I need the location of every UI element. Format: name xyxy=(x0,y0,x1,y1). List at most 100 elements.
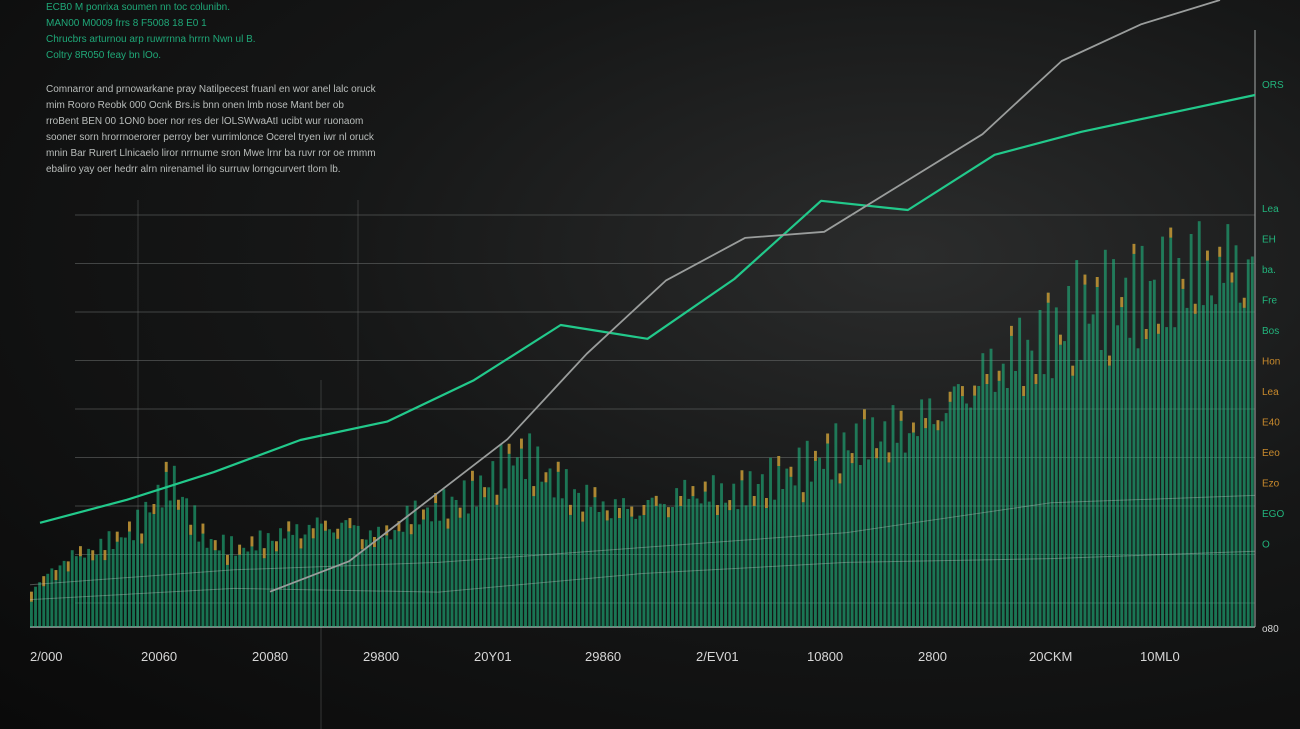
bar xyxy=(556,461,560,627)
bar xyxy=(528,433,532,627)
bar-tip xyxy=(409,524,413,535)
bar-tip xyxy=(838,473,842,484)
bar xyxy=(920,399,924,627)
bar xyxy=(948,391,952,627)
bar xyxy=(270,540,274,627)
bar-tip xyxy=(238,544,242,555)
bar xyxy=(609,518,613,627)
bar xyxy=(115,531,119,627)
bar xyxy=(340,522,344,627)
bar xyxy=(577,492,581,627)
bar xyxy=(1108,355,1111,627)
bar xyxy=(1030,350,1034,627)
bar xyxy=(1157,323,1160,627)
bar xyxy=(319,523,323,627)
bar xyxy=(1185,307,1189,627)
bar-tip xyxy=(507,443,511,454)
bar xyxy=(740,470,744,627)
bar xyxy=(1099,350,1103,627)
bar-tip xyxy=(336,528,340,539)
bar xyxy=(912,422,915,627)
bar xyxy=(1230,272,1234,627)
bar xyxy=(1120,297,1124,627)
bar-tip xyxy=(66,561,70,572)
bar xyxy=(262,548,266,627)
bar xyxy=(887,452,891,627)
bar xyxy=(1246,259,1250,627)
bar xyxy=(91,550,95,627)
bar xyxy=(79,546,82,627)
bar xyxy=(238,544,242,627)
bar xyxy=(168,500,172,627)
bar-tip xyxy=(691,486,695,497)
bar-tip xyxy=(985,374,989,384)
bar xyxy=(936,420,940,627)
bar xyxy=(409,524,413,627)
bar xyxy=(699,503,703,627)
bar xyxy=(842,432,846,627)
bar xyxy=(377,526,380,627)
bar xyxy=(944,413,948,627)
bar xyxy=(720,483,723,627)
bar xyxy=(703,481,707,627)
bar xyxy=(83,557,86,627)
bar xyxy=(483,487,487,627)
bar-tip xyxy=(54,570,58,581)
bar xyxy=(1181,278,1185,627)
bar-tip xyxy=(520,438,523,449)
bar xyxy=(50,568,54,627)
right-tick-label: Hon xyxy=(1262,357,1280,368)
bar xyxy=(348,518,352,627)
bar xyxy=(626,509,630,627)
bar xyxy=(491,461,495,627)
bar xyxy=(667,507,670,627)
bar xyxy=(1206,250,1209,627)
bar xyxy=(1001,363,1005,627)
bar xyxy=(814,450,817,627)
bar-tip xyxy=(103,550,107,561)
bar xyxy=(499,444,503,627)
bar xyxy=(1046,292,1050,627)
bar xyxy=(1034,374,1038,627)
bar xyxy=(34,586,37,627)
bar xyxy=(324,520,327,627)
bar xyxy=(695,498,699,627)
bar xyxy=(119,537,123,627)
bar xyxy=(258,530,262,627)
bar xyxy=(1152,279,1156,627)
bar xyxy=(520,438,523,627)
bar xyxy=(573,489,576,627)
bar xyxy=(1063,341,1066,627)
bar xyxy=(1112,259,1115,627)
bar xyxy=(46,573,50,627)
bar xyxy=(246,551,250,627)
bar xyxy=(1214,304,1218,627)
bar xyxy=(854,423,858,627)
bar xyxy=(1218,246,1222,628)
bar xyxy=(1054,307,1058,627)
bar xyxy=(495,494,499,627)
bar xyxy=(1026,339,1030,627)
bar xyxy=(867,459,870,627)
bar xyxy=(128,521,131,627)
bar xyxy=(1148,281,1152,627)
bar-tip xyxy=(177,499,180,510)
bar xyxy=(1132,243,1136,627)
bar-tip xyxy=(875,448,879,459)
bar-tip xyxy=(544,472,548,483)
bar xyxy=(209,539,213,627)
bar-tip xyxy=(299,538,303,549)
bar xyxy=(144,501,148,627)
bar xyxy=(111,549,115,627)
bar-tip xyxy=(1095,277,1099,287)
bar xyxy=(675,488,679,627)
bar xyxy=(891,405,895,627)
x-tick-label: 29860 xyxy=(585,649,621,664)
bar-tip xyxy=(1169,227,1173,238)
bar xyxy=(352,525,356,627)
bar xyxy=(707,501,711,627)
bar xyxy=(1116,325,1120,627)
bar xyxy=(185,498,189,627)
bar xyxy=(422,509,425,627)
bar xyxy=(287,521,291,627)
